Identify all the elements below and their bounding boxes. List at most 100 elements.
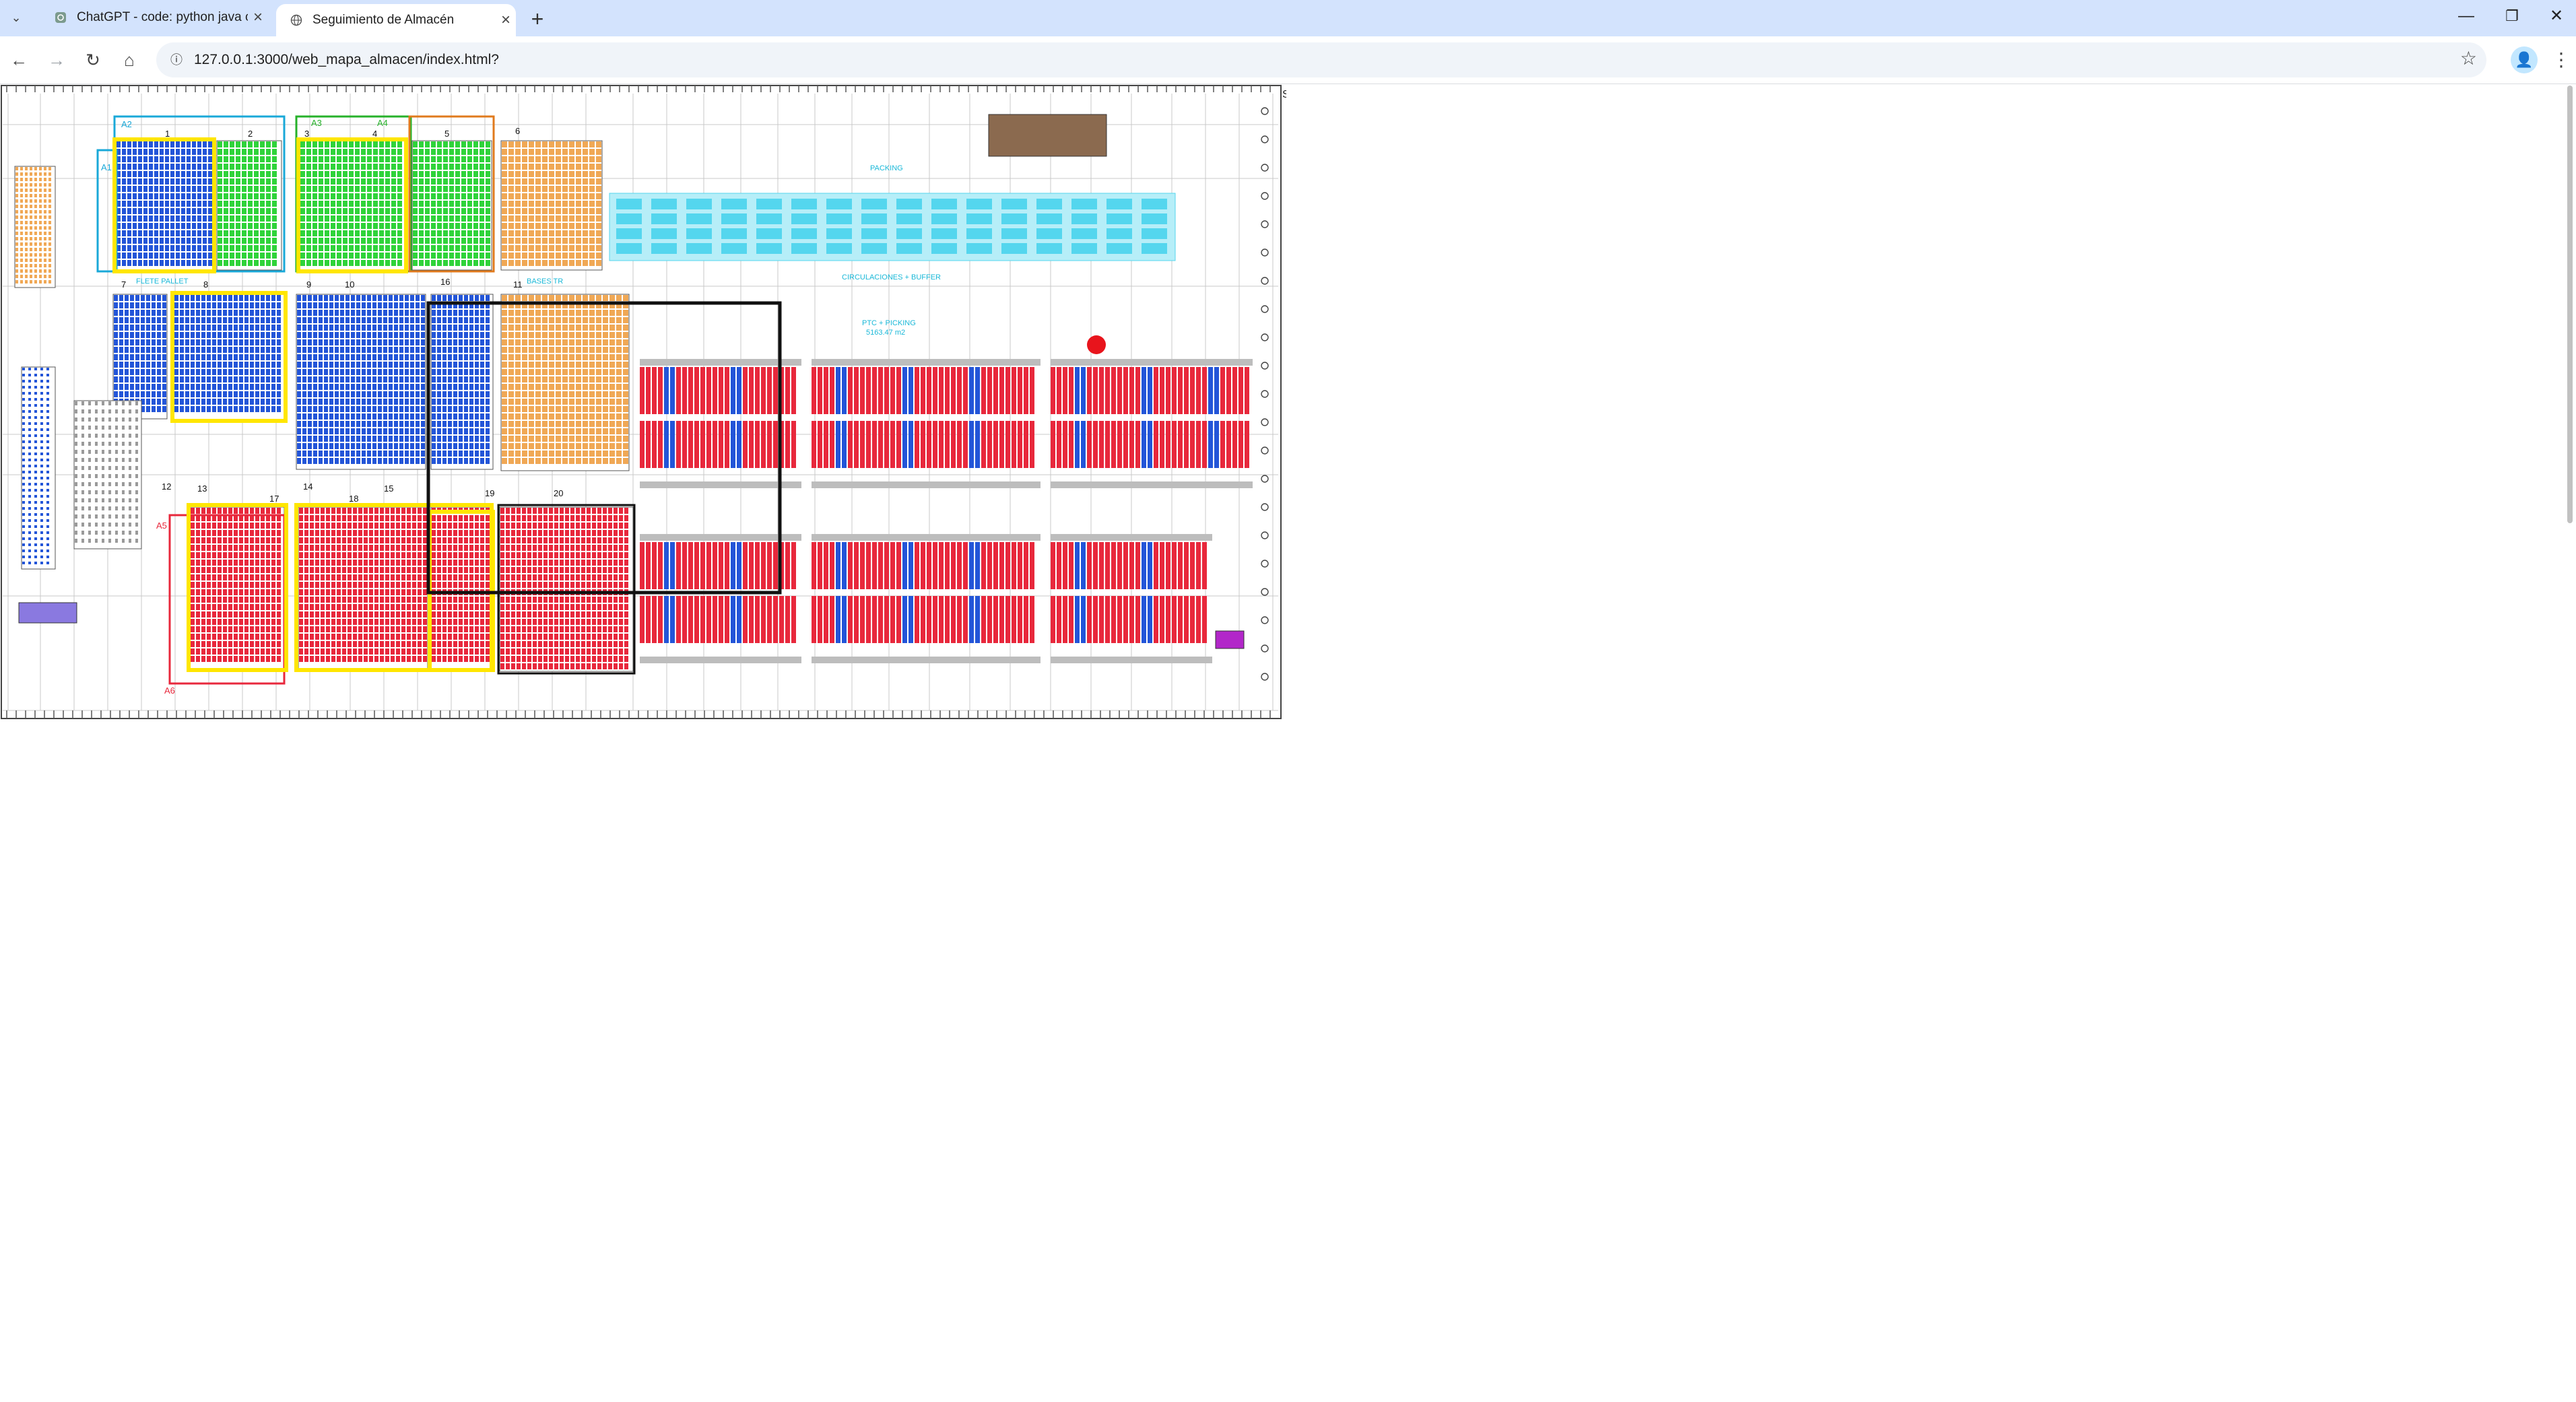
- close-tab-icon[interactable]: ×: [496, 11, 516, 30]
- url-text[interactable]: 127.0.0.1:3000/web_mapa_almacen/index.ht…: [194, 42, 499, 77]
- rack-cell: [480, 626, 484, 632]
- rack-cell: [255, 641, 259, 647]
- rack-cell: [255, 604, 259, 610]
- rack-cell: [473, 164, 478, 170]
- rack-cell: [480, 619, 484, 625]
- tab-chatgpt[interactable]: ChatGPT - code: python java c ×: [40, 4, 268, 31]
- rack-cell: [201, 399, 205, 405]
- rack-cell: [244, 604, 249, 610]
- rack-cell: [342, 537, 346, 543]
- rack-cell: [367, 230, 372, 236]
- rack-cell: [88, 514, 91, 519]
- rack-cell: [331, 589, 335, 595]
- rack-cell: [135, 354, 139, 360]
- rack-cell: [410, 428, 414, 434]
- rack-cell: [25, 226, 28, 230]
- rack-cell: [250, 545, 254, 551]
- reload-icon[interactable]: ↻: [78, 45, 108, 75]
- rack-cell: [203, 164, 207, 170]
- rack-cell: [480, 362, 484, 368]
- tab-seguimiento[interactable]: Seguimiento de Almacén ×: [276, 4, 516, 36]
- menu-kebab-icon[interactable]: ⋮: [2551, 45, 2571, 75]
- close-tab-icon[interactable]: ×: [248, 8, 268, 27]
- rack-cell: [88, 539, 91, 543]
- tab-search-button[interactable]: ⌄: [7, 8, 26, 27]
- rack-cell: [469, 391, 473, 397]
- rack-cell: [261, 302, 265, 308]
- rack-cell: [297, 406, 301, 412]
- rack-cell: [239, 567, 243, 573]
- rack-cell: [255, 347, 259, 353]
- warehouse-map[interactable]: A1 A2 A3 A4 A5 A6 1 2 3 4 5 67 8 9 10 1112 13 14 151…: [0, 84, 1286, 724]
- rack-cell: [250, 317, 254, 323]
- rack-cell: [315, 582, 319, 588]
- bookmark-star-icon[interactable]: ☆: [2460, 47, 2477, 69]
- rack-cell: [475, 310, 479, 316]
- rack-cell: [266, 604, 270, 610]
- rack-cell: [367, 156, 372, 162]
- rack-cell: [176, 193, 180, 199]
- rack-cell: [356, 317, 360, 323]
- rack-cell: [300, 253, 305, 259]
- rack-cell: [44, 226, 46, 230]
- rack-cell: [397, 164, 402, 170]
- rack-cell: [391, 260, 396, 266]
- rack-cell: [162, 302, 166, 308]
- rack-cell: [453, 384, 457, 390]
- rack-cell: [203, 253, 207, 259]
- rack-cell: [453, 611, 457, 617]
- rack-cell: [399, 458, 403, 464]
- new-tab-button[interactable]: +: [524, 5, 551, 32]
- restore-button[interactable]: ❐: [2489, 0, 2535, 34]
- back-icon[interactable]: ←: [4, 45, 34, 75]
- rack-cell: [372, 339, 376, 345]
- address-bar[interactable]: ⓘ 127.0.0.1:3000/web_mapa_almacen/index.…: [156, 42, 2486, 77]
- rack-cell: [469, 443, 473, 449]
- rack-cell: [437, 178, 442, 185]
- rack-cell: [228, 523, 232, 529]
- rack-cell: [461, 171, 466, 177]
- rack-cell: [321, 508, 325, 514]
- rack-cell: [562, 149, 568, 155]
- rack-cell: [522, 369, 527, 375]
- rack-cell: [28, 453, 31, 455]
- rack-cell: [304, 515, 308, 521]
- rack-cell: [596, 208, 601, 214]
- rack-cell: [609, 399, 615, 405]
- rack-cell: [549, 376, 554, 382]
- rack-cell: [250, 347, 254, 353]
- rack-cell: [423, 523, 427, 529]
- rack-cell: [583, 223, 588, 229]
- site-info-icon[interactable]: ⓘ: [166, 49, 187, 71]
- rack-cell: [480, 515, 484, 521]
- rack-cell: [351, 436, 355, 442]
- rack-cell: [212, 362, 216, 368]
- rack-cell: [453, 399, 457, 405]
- rack-cell: [369, 515, 373, 521]
- rack-cell: [508, 253, 514, 259]
- rack-cell: [48, 232, 51, 235]
- rack-cell: [362, 450, 366, 457]
- rack-cell: [114, 325, 118, 331]
- rack-cell: [464, 458, 468, 464]
- packing-station: [1001, 243, 1027, 254]
- rack-cell: [401, 567, 405, 573]
- rack-cell: [469, 376, 473, 382]
- rack-cell: [380, 589, 384, 595]
- rack-cell: [277, 545, 281, 551]
- profile-avatar-icon[interactable]: 👤: [2511, 46, 2538, 73]
- close-window-button[interactable]: ✕: [2534, 0, 2576, 34]
- rack-cell: [355, 141, 360, 147]
- rack-cell: [475, 515, 479, 521]
- forward-icon[interactable]: →: [42, 45, 71, 75]
- rack-cell: [542, 260, 548, 266]
- rack-cell: [149, 156, 153, 162]
- home-icon[interactable]: ⌂: [114, 45, 144, 75]
- block-8: [173, 294, 285, 420]
- rack-cell: [196, 582, 200, 588]
- minimize-button[interactable]: —: [2443, 0, 2489, 34]
- rack-cell: [46, 392, 49, 395]
- rack-cell: [442, 560, 447, 566]
- rack-cell: [399, 295, 403, 301]
- rack-cell: [589, 201, 595, 207]
